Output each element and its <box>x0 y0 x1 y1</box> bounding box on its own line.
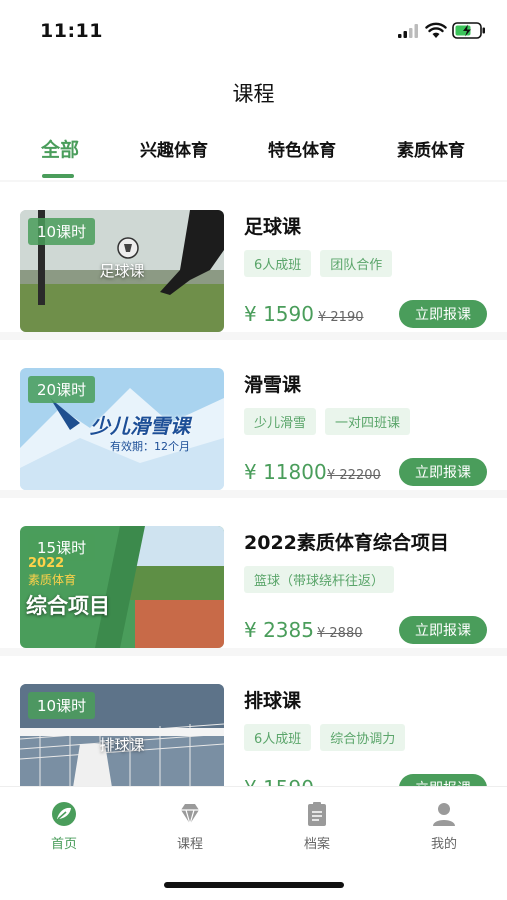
cellular-signal-icon <box>398 24 418 38</box>
home-leaf-icon <box>52 802 76 826</box>
active-tab-indicator <box>42 174 74 178</box>
enroll-button[interactable]: 立即报课 <box>399 616 487 644</box>
course-tags: 6人成班 综合协调力 <box>244 724 406 751</box>
course-price: ¥ 2385 <box>244 618 314 642</box>
course-tag: 综合协调力 <box>320 724 406 751</box>
course-original-price: ¥ 2190 <box>318 310 364 325</box>
status-bar: 11:11 <box>0 0 507 62</box>
course-thumbnail[interactable]: 10课时 足球课 <box>20 210 224 332</box>
course-card-volleyball[interactable]: 10课时 排球课 排球课 6人成班 综合协调力 ¥ 1590 立即报课 <box>0 656 507 786</box>
thumbnail-caption: 少儿滑雪课 <box>90 414 190 438</box>
battery-charging-icon <box>452 22 485 39</box>
diamond-icon <box>181 804 199 825</box>
course-tags: 6人成班 团队合作 <box>244 250 393 277</box>
tab-interest-sports[interactable]: 兴趣体育 <box>140 136 208 161</box>
course-thumbnail[interactable]: 10课时 排球课 <box>20 684 224 786</box>
enroll-button[interactable]: 立即报课 <box>399 458 487 486</box>
course-name: 2022素质体育综合项目 <box>244 532 449 554</box>
course-name: 排球课 <box>244 690 302 712</box>
tabbar-item-home[interactable]: 首页 <box>24 801 104 852</box>
thumbnail-caption: 综合项目 <box>26 594 110 618</box>
tab-quality-sports[interactable]: 素质体育 <box>397 136 465 161</box>
tab-all[interactable]: 全部 <box>41 135 79 162</box>
course-hours-badge: 20课时 <box>28 376 96 403</box>
course-name: 足球课 <box>244 216 302 238</box>
course-original-price: ¥ 22200 <box>327 468 381 483</box>
clipboard-icon <box>308 802 326 826</box>
course-price: ¥ 11800 <box>244 460 327 484</box>
home-indicator[interactable] <box>164 882 344 888</box>
status-time: 11:11 <box>40 20 103 42</box>
thumbnail-subcaption: 素质体育 <box>28 573 77 587</box>
person-icon <box>433 803 455 826</box>
tabbar-item-records[interactable]: 档案 <box>277 801 357 852</box>
tabbar-item-profile[interactable]: 我的 <box>404 801 484 852</box>
course-tags: 少儿滑雪 一对四班课 <box>244 408 411 435</box>
wifi-icon <box>425 22 447 38</box>
course-list[interactable]: 10课时 足球课 足球课 6人成班 团队合作 ¥ 1590 ¥ 2190 立即报… <box>0 182 507 786</box>
tabbar-label: 我的 <box>430 837 457 852</box>
page-title: 课程 <box>232 82 275 106</box>
course-tag: 6人成班 <box>244 724 312 751</box>
course-tag: 6人成班 <box>244 250 312 277</box>
course-thumbnail[interactable]: 20课时 少儿滑雪课 有效期：12个月 <box>20 368 224 490</box>
course-tag: 少儿滑雪 <box>244 408 317 435</box>
course-card-skiing[interactable]: 20课时 少儿滑雪课 有效期：12个月 滑雪课 少儿滑雪 一对四班课 ¥ 118… <box>0 340 507 490</box>
course-price: ¥ 1590 <box>244 776 314 786</box>
enroll-button[interactable]: 立即报课 <box>399 774 487 786</box>
enroll-button[interactable]: 立即报课 <box>399 300 487 328</box>
page-header: 课程 全部 兴趣体育 特色体育 素质体育 <box>0 62 507 180</box>
course-hours-badge: 10课时 <box>28 692 96 719</box>
thumbnail-subcaption: 有效期：12个月 <box>110 440 190 453</box>
course-name: 滑雪课 <box>244 374 302 396</box>
course-card-comprehensive[interactable]: 15课时 2022 素质体育 综合项目 2022素质体育综合项目 篮球（带球绕杆… <box>0 498 507 648</box>
course-card-football[interactable]: 10课时 足球课 足球课 6人成班 团队合作 ¥ 1590 ¥ 2190 立即报… <box>0 182 507 332</box>
tabbar-item-courses[interactable]: 课程 <box>150 801 230 852</box>
course-hours-badge: 10课时 <box>28 218 96 245</box>
tab-special-sports[interactable]: 特色体育 <box>268 136 336 161</box>
course-original-price: ¥ 2880 <box>317 626 363 641</box>
thumbnail-caption: 排球课 <box>99 736 145 754</box>
tabbar-label: 档案 <box>303 837 330 852</box>
thumbnail-year: 2022 <box>28 556 65 571</box>
course-tag: 篮球（带球绕杆往返） <box>244 566 395 593</box>
course-tag: 团队合作 <box>320 250 393 277</box>
course-price: ¥ 1590 <box>244 302 314 326</box>
thumbnail-caption: 足球课 <box>99 262 145 280</box>
course-tags: 篮球（带球绕杆往返） <box>244 566 395 593</box>
tabbar-label: 首页 <box>50 837 77 852</box>
tabbar-label: 课程 <box>176 837 203 852</box>
course-tag: 一对四班课 <box>325 408 411 435</box>
course-thumbnail[interactable]: 15课时 2022 素质体育 综合项目 <box>20 526 224 648</box>
